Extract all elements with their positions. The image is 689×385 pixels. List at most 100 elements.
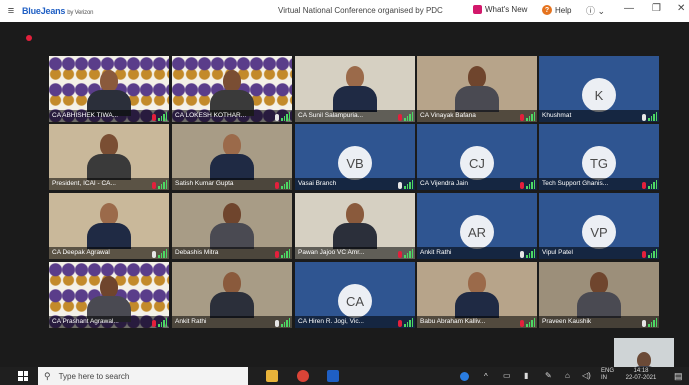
mic-tray-icon[interactable]: ▮ [524,371,528,380]
close-button[interactable]: ✕ [677,3,685,14]
participant-status-icons [152,248,167,258]
participant-tile[interactable]: K Khushmat [539,56,659,122]
bluejeans-taskbar-icon[interactable] [327,370,339,382]
participant-tile[interactable]: Ankit Rathi [172,262,292,328]
participant-tile[interactable]: Pawan Jajoo VC Amr... [295,193,415,259]
participant-tile[interactable]: TG Tech Support Ghanis... [539,124,659,190]
chrome-icon[interactable] [297,370,309,382]
microphone-icon [275,251,279,258]
participant-tile[interactable]: CA CA Hiren R. Jogi, Vic... [295,262,415,328]
taskbar-search[interactable]: ⚲ Type here to search [38,367,248,385]
language-indicator[interactable]: ENG IN [601,368,614,381]
notifications-icon[interactable]: ▤ [674,371,683,382]
participant-avatar: VB [338,146,372,180]
microphone-icon [520,251,524,258]
signal-strength-icon [526,318,535,327]
participant-tile[interactable]: VP Vipul Patel [539,193,659,259]
maximize-button[interactable]: ❐ [652,3,661,14]
participant-tile[interactable]: CA Vinayak Bafana [417,56,537,122]
participant-name: CA Sunil Salampuria... [295,110,415,122]
participant-tile[interactable]: Satish Kumar Gupta [172,124,292,190]
participant-status-icons [398,317,413,327]
participant-name: CA Vinayak Bafana [417,110,537,122]
participant-person [210,272,254,318]
search-icon: ⚲ [44,370,51,381]
brand-suffix: by Verizon [67,10,94,16]
microphone-icon [275,320,279,327]
participant-tile[interactable]: Debashis Mitra [172,193,292,259]
participant-name: CA ABHISHEK TIWA... [49,110,169,122]
signal-strength-icon [648,112,657,121]
participant-name: Vasai Branch [295,178,415,190]
whats-new-button[interactable]: What's New [473,5,527,14]
minimize-button[interactable]: — [624,3,634,14]
windows-taskbar: ⚲ Type here to search ^ ▭ ▮ ✎ ⌂ ◁) ENG I… [0,367,689,385]
windows-start-icon[interactable] [18,371,28,381]
signal-strength-icon [158,112,167,121]
language-code: ENG [601,368,615,374]
search-placeholder: Type here to search [58,371,130,381]
brand-name: BlueJeans [22,6,66,16]
signal-strength-icon [648,180,657,189]
participant-tile[interactable]: AR Ankit Rathi [417,193,537,259]
clock-date: 22-07-2021 [625,375,657,381]
microphone-icon [642,320,646,327]
participant-tile[interactable]: Babu Abraham Kalliv... [417,262,537,328]
participant-tile[interactable]: President, ICAI - CA... [49,124,169,190]
participant-name: Khushmat [539,110,659,122]
tray-chevron-icon[interactable]: ^ [484,372,488,381]
participant-tile[interactable]: CA LOKESH KOTHAR... [172,56,292,122]
participant-tile[interactable]: CA Sunil Salampuria... [295,56,415,122]
microphone-icon [642,182,646,189]
participant-name: CA Prashant Agrawal... [49,316,169,328]
window-title: Virtual National Conference organised by… [278,6,443,15]
participant-person [455,272,499,318]
tray-help-icon[interactable] [460,372,469,381]
pen-icon[interactable]: ✎ [545,371,552,380]
help-button[interactable]: ? Help [542,5,571,15]
participant-name: Ankit Rathi [172,316,292,328]
participant-status-icons [275,317,290,327]
volume-icon[interactable]: ◁) [582,371,591,380]
participant-tile[interactable]: VB Vasai Branch [295,124,415,190]
microphone-icon [152,320,156,327]
participant-status-icons [520,317,535,327]
microphone-icon [520,182,524,189]
file-explorer-icon[interactable] [266,370,278,382]
participant-status-icons [642,111,657,121]
microphone-icon [520,320,524,327]
signal-strength-icon [526,180,535,189]
participant-person [333,203,377,249]
participant-name: Praveen Kaushik [539,316,659,328]
hamburger-icon[interactable]: ≡ [0,5,22,17]
recording-indicator [26,35,32,41]
clock[interactable]: 14:18 22-07-2021 [624,368,658,381]
signal-strength-icon [526,249,535,258]
microphone-icon [642,251,646,258]
participant-status-icons [642,248,657,258]
participant-tile[interactable]: CJ CA Vijendra Jain [417,124,537,190]
wifi-icon[interactable]: ⌂ [565,371,570,380]
participant-name: CA Deepak Agrawal [49,247,169,259]
participant-name: Debashis Mitra [172,247,292,259]
participant-name: Pawan Jajoo VC Amr... [295,247,415,259]
participant-tile[interactable]: CA Deepak Agrawal [49,193,169,259]
participant-tile[interactable]: CA Prashant Agrawal... [49,262,169,328]
signal-strength-icon [404,112,413,121]
participant-person [333,66,377,112]
signal-strength-icon [281,249,290,258]
network-icon[interactable]: ▭ [503,371,511,380]
participant-status-icons [520,248,535,258]
participant-status-icons [152,179,167,189]
participant-status-icons [642,317,657,327]
microphone-icon [152,182,156,189]
participant-tile[interactable]: Praveen Kaushik [539,262,659,328]
participant-person [577,272,621,318]
microphone-icon [520,114,524,121]
whats-new-label: What's New [485,5,528,14]
microphone-icon [398,182,402,189]
signal-strength-icon [158,180,167,189]
participant-tile[interactable]: CA ABHISHEK TIWA... [49,56,169,122]
user-menu-button[interactable]: ⓘ ⌄ [586,4,605,17]
participant-avatar: VP [582,215,616,249]
